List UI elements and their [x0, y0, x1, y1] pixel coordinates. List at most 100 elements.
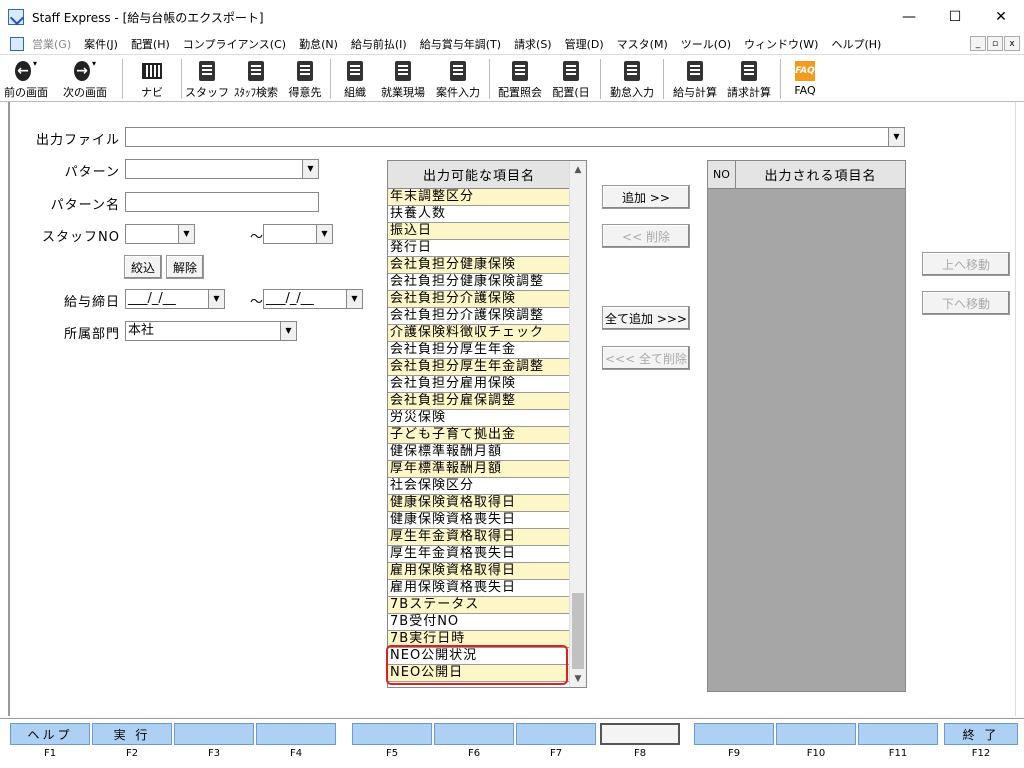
chevron-down-icon[interactable]: ▼ — [302, 160, 318, 178]
fkey-f1[interactable]: ヘルプ F1 — [10, 723, 90, 763]
menu-master[interactable]: マスタ(M) — [617, 36, 668, 52]
staff-button[interactable]: スタッフ — [185, 55, 229, 101]
add-all-button[interactable]: 全て追加 >>> — [602, 306, 690, 330]
caret-down-icon[interactable]: ▾ — [92, 59, 96, 68]
chevron-down-icon[interactable]: ▼ — [280, 322, 296, 340]
fkey-f5[interactable]: F5 — [352, 723, 432, 763]
list-item[interactable]: 会社負担分介護保険調整 — [388, 308, 570, 325]
fkey-f6[interactable]: F6 — [434, 723, 514, 763]
salary-calc-button[interactable]: 給与計算 — [668, 55, 722, 101]
document-icon[interactable] — [10, 37, 24, 51]
list-item[interactable]: 厚生年金資格取得日 — [388, 529, 570, 546]
menu-salary[interactable]: 給与賞与年調(T) — [420, 36, 501, 52]
list-item[interactable]: 厚生年金資格喪失日 — [388, 546, 570, 563]
customer-button[interactable]: 得意先 — [284, 55, 326, 101]
list-item[interactable]: 厚年標準報酬月額 — [388, 461, 570, 478]
list-item[interactable]: 扶養人数 — [388, 206, 570, 223]
list-item[interactable]: 会社負担分雇保調整 — [388, 393, 570, 410]
pattern-name-input[interactable] — [125, 192, 319, 212]
menu-billing[interactable]: 請求(S) — [514, 36, 552, 52]
list-item[interactable]: 7B受付NO — [388, 614, 570, 631]
menu-admin[interactable]: 管理(D) — [565, 36, 604, 52]
minimize-button[interactable]: — — [886, 0, 932, 34]
output-items-list[interactable]: NO 出力される項目名 — [707, 160, 906, 692]
fkey-f9[interactable]: F9 — [694, 723, 774, 763]
chevron-down-icon[interactable]: ▼ — [888, 128, 904, 146]
remove-button[interactable]: << 削除 — [602, 224, 690, 248]
fkey-f8[interactable]: F8 — [600, 723, 680, 763]
staff-search-button[interactable]: ｽﾀｯﾌ検索 — [228, 55, 284, 101]
menu-case[interactable]: 案件(J) — [84, 36, 118, 52]
assign-day-button[interactable]: 配置(日 — [546, 55, 596, 101]
output-file-select[interactable]: ▼ — [125, 127, 905, 147]
list-item[interactable]: 介護保険料徴収チェック — [388, 325, 570, 342]
available-items-list[interactable]: 出力可能な項目名 年末調整区分 扶養人数 振込日 発行日 会社負担分健康保険 会社負担分健… — [387, 160, 587, 688]
list-item[interactable]: 会社負担分健康保険調整 — [388, 274, 570, 291]
menu-assign[interactable]: 配置(H) — [131, 36, 170, 52]
fkey-f10[interactable]: F10 — [776, 723, 856, 763]
move-down-button[interactable]: 下へ移動 — [922, 291, 1010, 315]
dept-select[interactable]: 本社 ▼ — [125, 321, 297, 341]
list-item[interactable]: 健康保険資格喪失日 — [388, 512, 570, 529]
list-item[interactable]: 会社負担分厚生年金 — [388, 342, 570, 359]
list-item[interactable]: 健保標準報酬月額 — [388, 444, 570, 461]
clear-button[interactable]: 解除 — [166, 255, 204, 279]
list-item[interactable]: 会社負担分健康保険 — [388, 257, 570, 274]
add-button[interactable]: 追加 >> — [602, 185, 690, 209]
menu-help[interactable]: ヘルプ(H) — [831, 36, 881, 52]
list-item[interactable]: 発行日 — [388, 240, 570, 257]
mdi-close-button[interactable]: x — [1004, 36, 1020, 51]
case-input-button[interactable]: 案件入力 — [431, 55, 485, 101]
close-button[interactable]: ✕ — [978, 0, 1024, 34]
chevron-down-icon[interactable]: ▼ — [316, 225, 332, 243]
list-item[interactable]: 雇用保険資格取得日 — [388, 563, 570, 580]
menu-tools[interactable]: ツール(O) — [681, 36, 731, 52]
list-item[interactable]: 振込日 — [388, 223, 570, 240]
list-item[interactable]: 会社負担分雇用保険 — [388, 376, 570, 393]
list-item[interactable]: 子ども子育て拠出金 — [388, 427, 570, 444]
maximize-button[interactable]: ☐ — [932, 0, 978, 34]
fkey-f11[interactable]: F11 — [858, 723, 938, 763]
chevron-down-icon[interactable]: ▼ — [208, 290, 224, 308]
faq-button[interactable]: FAQ FAQ — [785, 55, 825, 101]
fkey-f4[interactable]: F4 — [256, 723, 336, 763]
mdi-restore-button[interactable]: ▫ — [987, 36, 1003, 51]
fkey-f2[interactable]: 実 行 F2 — [92, 723, 172, 763]
list-item[interactable]: 社会保険区分 — [388, 478, 570, 495]
fkey-f12[interactable]: 終 了 F12 — [944, 723, 1018, 763]
scroll-down-icon[interactable]: ▼ — [570, 670, 586, 687]
caret-down-icon[interactable]: ▾ — [33, 59, 37, 68]
menu-window[interactable]: ウィンドウ(W) — [744, 36, 818, 52]
chevron-down-icon[interactable]: ▼ — [346, 290, 362, 308]
menu-sales[interactable]: 営業(G) — [32, 36, 71, 52]
forward-button[interactable]: → ▾ 次の画面 — [52, 55, 118, 101]
pay-close-to-date[interactable]: ___/_/__ ▼ — [263, 289, 363, 309]
filter-button[interactable]: 絞込 — [124, 255, 162, 279]
move-up-button[interactable]: 上へ移動 — [922, 252, 1010, 276]
fkey-f7[interactable]: F7 — [516, 723, 596, 763]
site-button[interactable]: 就業現場 — [375, 55, 431, 101]
mdi-minimize-button[interactable]: _ — [970, 36, 986, 51]
scroll-up-icon[interactable]: ▲ — [570, 161, 586, 178]
org-button[interactable]: 組織 — [335, 55, 375, 101]
assign-ref-button[interactable]: 配置照会 — [494, 55, 546, 101]
list-item[interactable]: 会社負担分介護保険 — [388, 291, 570, 308]
menu-attendance[interactable]: 勤怠(N) — [299, 36, 338, 52]
list-item[interactable]: 会社負担分厚生年金調整 — [388, 359, 570, 376]
list-scrollbar[interactable]: ▲ ▼ — [569, 161, 586, 687]
fkey-f3[interactable]: F3 — [174, 723, 254, 763]
navi-button[interactable]: ナビ — [127, 55, 177, 101]
staff-no-from-select[interactable]: ▼ — [125, 224, 195, 244]
list-item[interactable]: 労災保険 — [388, 410, 570, 427]
list-item[interactable]: 雇用保険資格喪失日 — [388, 580, 570, 597]
list-item[interactable]: 健康保険資格取得日 — [388, 495, 570, 512]
menu-compliance[interactable]: コンプライアンス(C) — [183, 36, 286, 52]
scroll-thumb[interactable] — [572, 593, 584, 669]
chevron-down-icon[interactable]: ▼ — [178, 225, 194, 243]
list-item[interactable]: 7Bステータス — [388, 597, 570, 614]
remove-all-button[interactable]: <<< 全て削除 — [602, 346, 690, 370]
staff-no-to-select[interactable]: ▼ — [263, 224, 333, 244]
attend-input-button[interactable]: 勤怠入力 — [605, 55, 659, 101]
menu-prepay[interactable]: 給与前払(I) — [351, 36, 407, 52]
list-item[interactable]: 年末調整区分 — [388, 189, 570, 206]
